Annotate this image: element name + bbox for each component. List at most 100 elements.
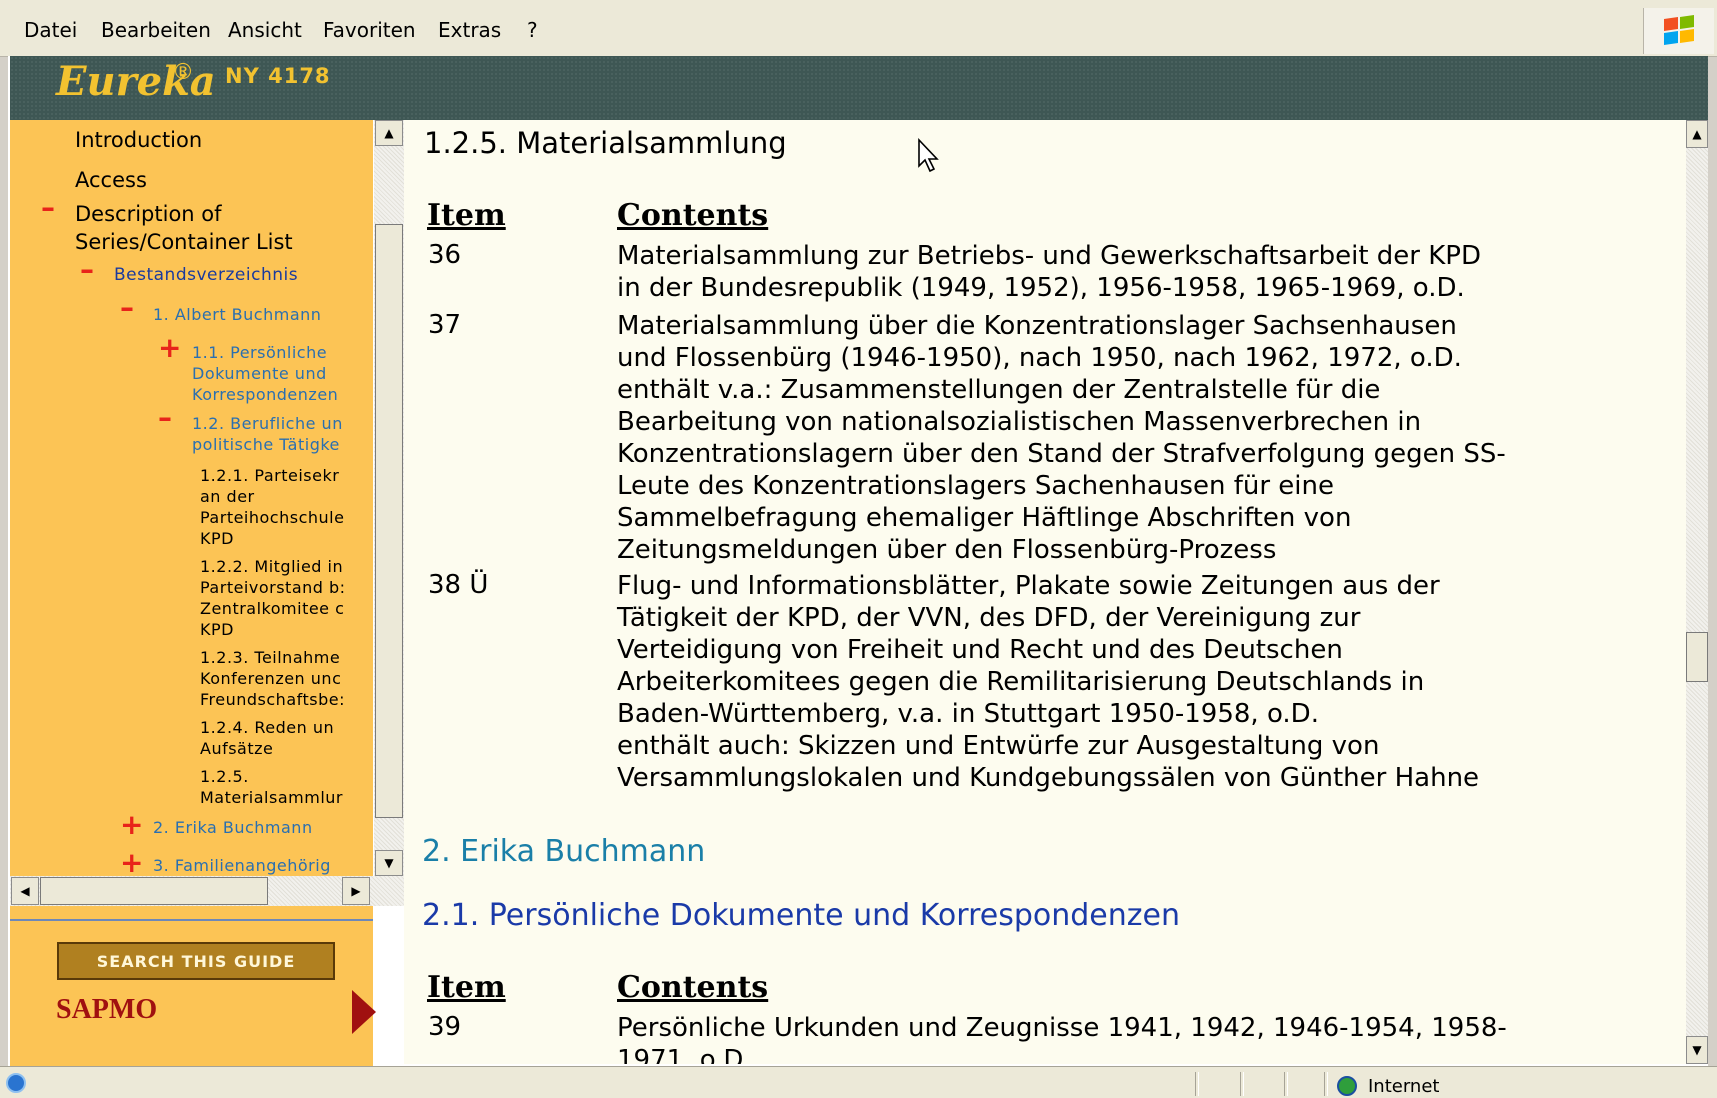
nav-1-2-line1: 1.2. Berufliche un bbox=[192, 414, 343, 433]
collapse-icon[interactable]: – bbox=[41, 194, 55, 222]
item-number: 36 bbox=[428, 240, 462, 270]
item-line: Materialsammlung zur Betriebs- und Gewer… bbox=[617, 241, 1481, 271]
menu-ansicht[interactable]: Ansicht bbox=[228, 18, 302, 42]
status-separator bbox=[1284, 1072, 1288, 1096]
item-line: Arbeiterkomitees gegen die Remilitarisie… bbox=[617, 667, 1425, 697]
nav-1-2-2-line1: 1.2.2. Mitglied in bbox=[200, 557, 344, 576]
status-separator bbox=[1324, 1072, 1328, 1096]
nav-introduction[interactable]: Introduction bbox=[75, 126, 202, 154]
nav-hscroll-thumb[interactable] bbox=[40, 877, 268, 905]
menu-favoriten[interactable]: Favoriten bbox=[323, 18, 416, 42]
nav-1-2-line2: politische Tätigke bbox=[192, 435, 340, 454]
nav-1-2-5[interactable]: 1.2.5. Materialsammlur bbox=[200, 766, 343, 808]
nav-1-1-line1: 1.1. Persönliche bbox=[192, 343, 328, 362]
nav-divider bbox=[10, 919, 373, 921]
collapse-icon[interactable]: – bbox=[120, 294, 134, 322]
nav-1-2-3-line1: 1.2.3. Teilnahme bbox=[200, 648, 341, 667]
expand-icon[interactable]: + bbox=[120, 811, 143, 839]
scroll-left-icon[interactable]: ◀ bbox=[11, 877, 39, 905]
nav-access[interactable]: Access bbox=[75, 166, 147, 194]
item-line: Materialsammlung über die Konzentrations… bbox=[617, 311, 1457, 341]
nav-description[interactable]: Description of Series/Container List bbox=[75, 200, 293, 256]
scroll-up-icon[interactable]: ▲ bbox=[1686, 120, 1708, 148]
nav-familienangehoerige[interactable]: 3. Familienangehörig bbox=[153, 855, 331, 876]
item-line: enthält auch: Skizzen und Entwürfe zur A… bbox=[617, 731, 1380, 761]
item-line: 1971, o.D. bbox=[617, 1045, 752, 1064]
column-header-item: Item bbox=[427, 970, 506, 1005]
nav-1-2-4-line1: 1.2.4. Reden un bbox=[200, 718, 335, 737]
globe-icon bbox=[1337, 1076, 1357, 1096]
nav-1-2-5-line2: Materialsammlur bbox=[200, 788, 343, 807]
menu-bearbeiten[interactable]: Bearbeiten bbox=[101, 18, 211, 42]
main-scroll-thumb[interactable] bbox=[1686, 632, 1708, 682]
nav-description-line2: Series/Container List bbox=[75, 230, 293, 254]
nav-1-2-1[interactable]: 1.2.1. Parteisekr an der Parteihochschule K… bbox=[200, 465, 344, 549]
item-line: enthält v.a.: Zusammenstellungen der Zen… bbox=[617, 375, 1381, 405]
nav-1-2-1-line1: 1.2.1. Parteisekr bbox=[200, 466, 340, 485]
status-separator bbox=[1195, 1072, 1199, 1096]
nav-1-2[interactable]: 1.2. Berufliche un politische Tätigke bbox=[192, 413, 343, 455]
nav-1-2-3-line2: Konferenzen unc bbox=[200, 669, 342, 688]
search-guide-button[interactable]: SEARCH THIS GUIDE bbox=[57, 942, 335, 980]
nav-description-line1: Description of bbox=[75, 202, 222, 226]
column-header-contents: Contents bbox=[617, 970, 769, 1005]
item-contents: Flug- und Informationsblätter, Plakate s… bbox=[617, 570, 1686, 794]
item-number: 38 Ü bbox=[428, 570, 489, 600]
menu-help[interactable]: ? bbox=[527, 18, 538, 42]
item-line: Leute des Konzentrationslagers Sachenhau… bbox=[617, 471, 1334, 501]
nav-tree: Introduction Access – Description of Seri… bbox=[10, 120, 374, 876]
nav-scroll-thumb[interactable] bbox=[375, 224, 403, 818]
nav-bestandsverzeichnis[interactable]: Bestandsverzeichnis bbox=[114, 265, 298, 286]
nav-1-2-1-line2: an der bbox=[200, 487, 255, 506]
main-vertical-scrollbar[interactable] bbox=[1686, 120, 1708, 1064]
section2-title: 2. Erika Buchmann bbox=[422, 834, 706, 869]
expand-icon[interactable]: + bbox=[120, 849, 143, 877]
status-bar bbox=[0, 1066, 1717, 1098]
play-arrow-icon[interactable] bbox=[352, 990, 376, 1034]
nav-erika-buchmann[interactable]: 2. Erika Buchmann bbox=[153, 817, 313, 838]
scroll-down-icon[interactable]: ▼ bbox=[375, 850, 403, 876]
page-icon bbox=[6, 1073, 26, 1093]
item-line: Bearbeitung von nationalsozialistischen … bbox=[617, 407, 1422, 437]
nav-1-1[interactable]: 1.1. Persönliche Dokumente und Korresponde… bbox=[192, 342, 338, 405]
nav-albert-buchmann[interactable]: 1. Albert Buchmann bbox=[153, 304, 321, 325]
scroll-right-icon[interactable]: ▶ bbox=[342, 877, 370, 905]
mouse-cursor-icon bbox=[918, 138, 939, 173]
registered-mark: ® bbox=[172, 60, 194, 85]
collection-id: NY 4178 bbox=[225, 64, 331, 88]
nav-1-2-2-line4: KPD bbox=[200, 620, 234, 639]
main-content: 1.2.5. Materialsammlung Item Contents 36… bbox=[404, 120, 1686, 1064]
section-title: 1.2.5. Materialsammlung bbox=[424, 126, 787, 160]
item-line: Persönliche Urkunden und Zeugnisse 1941,… bbox=[617, 1013, 1507, 1043]
nav-1-2-2-line3: Zentralkomitee c bbox=[200, 599, 345, 618]
nav-1-2-1-line3: Parteihochschule bbox=[200, 508, 345, 527]
item-number: 39 bbox=[428, 1012, 462, 1042]
item-line: Baden-Württemberg, v.a. in Stuttgart 195… bbox=[617, 699, 1319, 729]
item-line: Zeitungsmeldungen über den Flossenbürg-P… bbox=[617, 535, 1277, 565]
windows-logo-icon bbox=[1643, 8, 1714, 54]
section21-title: 2.1. Persönliche Dokumente und Korrespon… bbox=[422, 898, 1180, 933]
zone-label: Internet bbox=[1368, 1076, 1440, 1097]
menu-datei[interactable]: Datei bbox=[24, 18, 77, 42]
scroll-up-icon[interactable]: ▲ bbox=[375, 120, 403, 146]
scroll-down-icon[interactable]: ▼ bbox=[1686, 1036, 1708, 1064]
item-line: Verteidigung von Freiheit und Recht und … bbox=[617, 635, 1343, 665]
nav-1-2-1-line4: KPD bbox=[200, 529, 234, 548]
nav-1-2-2[interactable]: 1.2.2. Mitglied in Parteivorstand b: Zentr… bbox=[200, 556, 346, 640]
item-line: Konzentrationslagern über den Stand der … bbox=[617, 439, 1506, 469]
nav-1-2-4[interactable]: 1.2.4. Reden un Aufsätze bbox=[200, 717, 334, 759]
sapmo-label: SAPMO bbox=[56, 994, 158, 1025]
collapse-icon[interactable]: – bbox=[80, 256, 94, 284]
item-line: in der Bundesrepublik (1949, 1952), 1956… bbox=[617, 273, 1465, 303]
collapse-icon[interactable]: – bbox=[158, 404, 172, 432]
item-line: Versammlungslokalen und Kundgebungssälen… bbox=[617, 763, 1480, 793]
item-line: Sammelbefragung ehemaliger Häftlinge Abs… bbox=[617, 503, 1352, 533]
item-line: Flug- und Informationsblätter, Plakate s… bbox=[617, 571, 1440, 601]
menu-bar: Datei Bearbeiten Ansicht Favoriten Extra… bbox=[0, 0, 1717, 57]
nav-1-2-3[interactable]: 1.2.3. Teilnahme Konferenzen unc Freundsch… bbox=[200, 647, 345, 710]
expand-icon[interactable]: + bbox=[158, 334, 181, 362]
item-contents: Materialsammlung zur Betriebs- und Gewer… bbox=[617, 240, 1686, 304]
item-number: 37 bbox=[428, 310, 462, 340]
column-header-item: Item bbox=[427, 198, 506, 233]
menu-extras[interactable]: Extras bbox=[438, 18, 501, 42]
